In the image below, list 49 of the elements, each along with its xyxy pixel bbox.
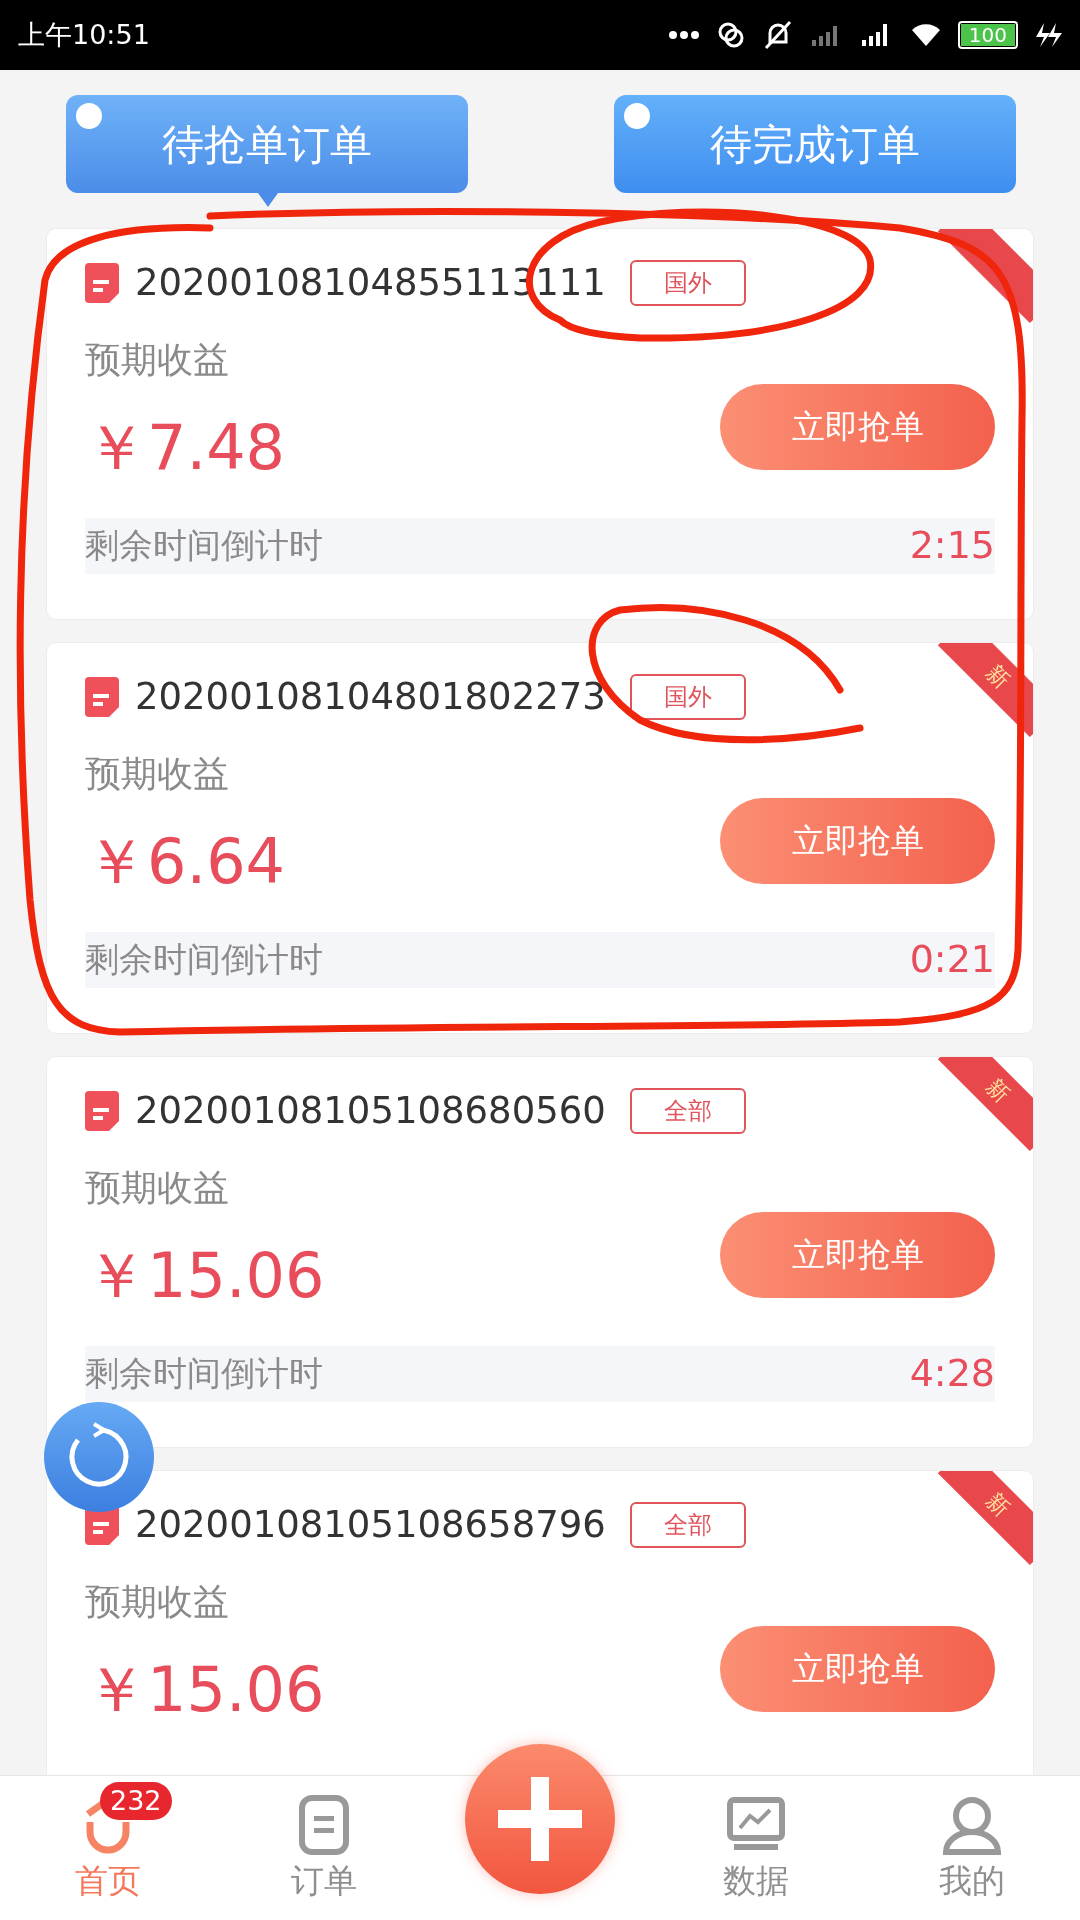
- document-icon: [85, 262, 119, 303]
- grab-order-button[interactable]: 立即抢单: [720, 383, 995, 470]
- region-tag: 国外: [629, 673, 746, 720]
- battery-icon: 100: [957, 21, 1018, 49]
- nav-tab[interactable]: 数据: [648, 1776, 864, 1920]
- income-label: 预期收益: [85, 1579, 230, 1624]
- nav-tab[interactable]: 我的: [864, 1776, 1080, 1920]
- countdown-time: 0:21: [909, 936, 995, 983]
- count-badge: 232: [100, 1782, 172, 1820]
- nav-tab[interactable]: 订单: [216, 1776, 432, 1920]
- countdown-label: 剩余时间倒计时: [85, 938, 323, 981]
- plus-icon: [498, 1777, 582, 1861]
- order-number: 20200108105108658796: [135, 1502, 606, 1548]
- nav-label: 订单: [291, 1860, 357, 1902]
- tab[interactable]: 待抢单订单: [66, 95, 468, 193]
- new-ribbon: 新: [937, 643, 1033, 738]
- order-number: 20200108105108680560: [135, 1088, 606, 1134]
- new-ribbon: 新: [937, 1471, 1033, 1566]
- tab-pointer-icon: [258, 193, 278, 207]
- income-amount: ￥6.64: [85, 823, 286, 900]
- income-label: 预期收益: [85, 337, 230, 382]
- tab[interactable]: 待完成订单: [614, 95, 1016, 193]
- countdown-time: 2:15: [909, 522, 995, 569]
- region-tag: 全部: [629, 1501, 746, 1548]
- income-amount: ￥15.06: [85, 1237, 325, 1314]
- nav-label: 首页: [75, 1860, 141, 1902]
- document-icon: [85, 676, 119, 717]
- income-amount: ￥7.48: [85, 409, 286, 486]
- grab-order-button[interactable]: 立即抢单: [720, 797, 995, 884]
- income-label: 预期收益: [85, 1165, 230, 1210]
- nav-label: 我的: [939, 1860, 1005, 1902]
- region-tag: 国外: [629, 259, 746, 306]
- wifi-icon: [909, 22, 942, 48]
- order-number: 20200108104801802273: [135, 674, 606, 720]
- status-time: 上午10:51: [18, 17, 150, 52]
- nav-label: 数据: [723, 1860, 789, 1902]
- grab-order-button[interactable]: 立即抢单: [720, 1625, 995, 1712]
- countdown-time: 4:28: [909, 1350, 995, 1397]
- region-tag: 全部: [629, 1087, 746, 1134]
- countdown-label: 剩余时间倒计时: [85, 524, 323, 567]
- nav-tab[interactable]: 首页 232: [0, 1776, 216, 1920]
- income-label: 预期收益: [85, 751, 230, 796]
- income-amount: ￥15.06: [85, 1651, 325, 1728]
- countdown-label: 剩余时间倒计时: [85, 1352, 323, 1395]
- more-icon: [667, 30, 700, 40]
- new-ribbon: 新: [937, 1057, 1033, 1152]
- add-button[interactable]: [465, 1744, 615, 1894]
- document-icon: [85, 1090, 119, 1131]
- grab-order-button[interactable]: 立即抢单: [720, 1211, 995, 1298]
